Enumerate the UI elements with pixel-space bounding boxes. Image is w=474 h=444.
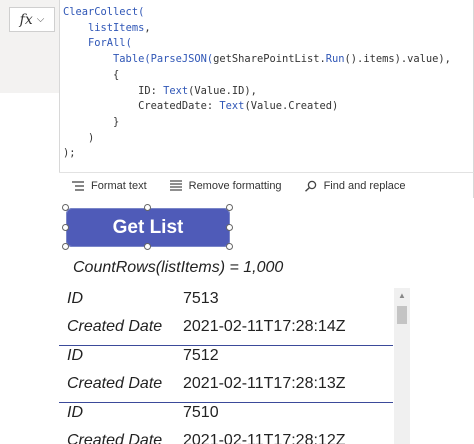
code-token: } xyxy=(63,115,120,128)
chevron-down-icon: ⌵ xyxy=(36,14,45,25)
resize-handle[interactable] xyxy=(226,204,233,211)
code-token: Text xyxy=(219,100,245,113)
id-value: 7513 xyxy=(183,290,219,307)
id-value: 7510 xyxy=(183,404,219,421)
search-icon xyxy=(304,180,318,192)
count-rows-label: CountRows(listItems) = 1,000 xyxy=(73,259,284,276)
code-token: CreatedDate: xyxy=(63,100,220,113)
resize-handle[interactable] xyxy=(62,224,69,231)
gallery-scrollbar[interactable]: ▲ xyxy=(394,288,410,444)
code-token: ForAll( xyxy=(88,37,132,50)
code-line: ClearCollect( xyxy=(63,5,473,21)
code-token: (Value.ID), xyxy=(188,84,257,97)
created-field-label: Created Date xyxy=(67,432,163,444)
code-token: listItems xyxy=(88,21,145,34)
resize-handle[interactable] xyxy=(226,243,233,250)
remove-formatting-button[interactable]: Remove formatting xyxy=(169,180,282,192)
code-token: (Value.Created) xyxy=(244,100,339,113)
created-value: 2021-02-11T17:28:13Z xyxy=(183,375,346,392)
resize-handle[interactable] xyxy=(144,243,151,250)
code-token: ); xyxy=(63,147,76,160)
code-token: { xyxy=(63,68,120,81)
resize-handle[interactable] xyxy=(226,224,233,231)
code-line: ForAll( xyxy=(63,36,473,52)
code-line: } xyxy=(63,115,473,131)
code-line: CreatedDate: Text(Value.Created) xyxy=(63,99,473,115)
find-replace-button[interactable]: Find and replace xyxy=(304,180,406,192)
code-token: Text xyxy=(163,84,189,97)
resize-handle[interactable] xyxy=(62,204,69,211)
created-value: 2021-02-11T17:28:14Z xyxy=(183,318,346,335)
format-text-button[interactable]: Format text xyxy=(71,180,147,192)
created-field-label: Created Date xyxy=(67,318,163,335)
id-field-label: ID xyxy=(67,347,83,364)
resize-handle[interactable] xyxy=(144,204,151,211)
code-line: listItems, xyxy=(63,21,473,37)
code-line: ); xyxy=(63,146,473,162)
code-token: ParseJSON( xyxy=(150,53,214,66)
get-list-button[interactable]: Get List xyxy=(66,208,230,247)
code-token: , xyxy=(144,21,151,34)
format-text-icon xyxy=(71,180,85,192)
fx-button[interactable]: fx ⌵ xyxy=(9,7,55,32)
code-line: ID: Text(Value.ID), xyxy=(63,84,473,100)
code-token: ClearCollect( xyxy=(63,6,145,18)
code-line: ) xyxy=(63,131,473,147)
code-line: { xyxy=(63,68,473,84)
gallery-row[interactable]: ID 7513 Created Date 2021-02-11T17:28:14… xyxy=(59,288,393,345)
find-replace-label: Find and replace xyxy=(323,179,406,192)
code-token: Run xyxy=(325,53,345,66)
gallery-row[interactable]: ID 7510 Created Date 2021-02-11T17:28:12… xyxy=(59,402,393,444)
code-line: Table(ParseJSON(getSharePointList.Run().… xyxy=(63,52,473,68)
gallery-row[interactable]: ID 7512 Created Date 2021-02-11T17:28:13… xyxy=(59,345,393,402)
resize-handle[interactable] xyxy=(62,243,69,250)
code-token: ().items).value), xyxy=(344,53,451,66)
items-gallery[interactable]: ID 7513 Created Date 2021-02-11T17:28:14… xyxy=(59,288,411,444)
created-field-label: Created Date xyxy=(67,375,163,392)
formula-editor[interactable]: ClearCollect( listItems, ForAll( Table(P… xyxy=(59,0,474,172)
format-text-label: Format text xyxy=(91,179,147,192)
scroll-thumb[interactable] xyxy=(397,306,407,324)
id-value: 7512 xyxy=(183,347,219,364)
code-token: ) xyxy=(63,131,95,144)
scroll-up-icon[interactable]: ▲ xyxy=(398,291,406,300)
id-field-label: ID xyxy=(67,404,83,421)
formula-bar: fx ⌵ ClearCollect( listItems, ForAll( Ta… xyxy=(0,0,474,198)
formula-code[interactable]: ClearCollect( listItems, ForAll( Table(P… xyxy=(60,0,473,162)
formula-gutter xyxy=(0,93,59,198)
code-token: ID: xyxy=(63,84,164,97)
formula-toolbar: Format text Remove formatting Find and r… xyxy=(59,172,474,198)
code-token: getSharePointList. xyxy=(213,53,326,66)
code-token: Table( xyxy=(113,53,151,66)
remove-formatting-icon xyxy=(169,179,183,192)
remove-formatting-label: Remove formatting xyxy=(188,179,282,192)
id-field-label: ID xyxy=(67,290,83,307)
fx-label: fx xyxy=(19,11,33,28)
created-value: 2021-02-11T17:28:12Z xyxy=(183,432,346,444)
